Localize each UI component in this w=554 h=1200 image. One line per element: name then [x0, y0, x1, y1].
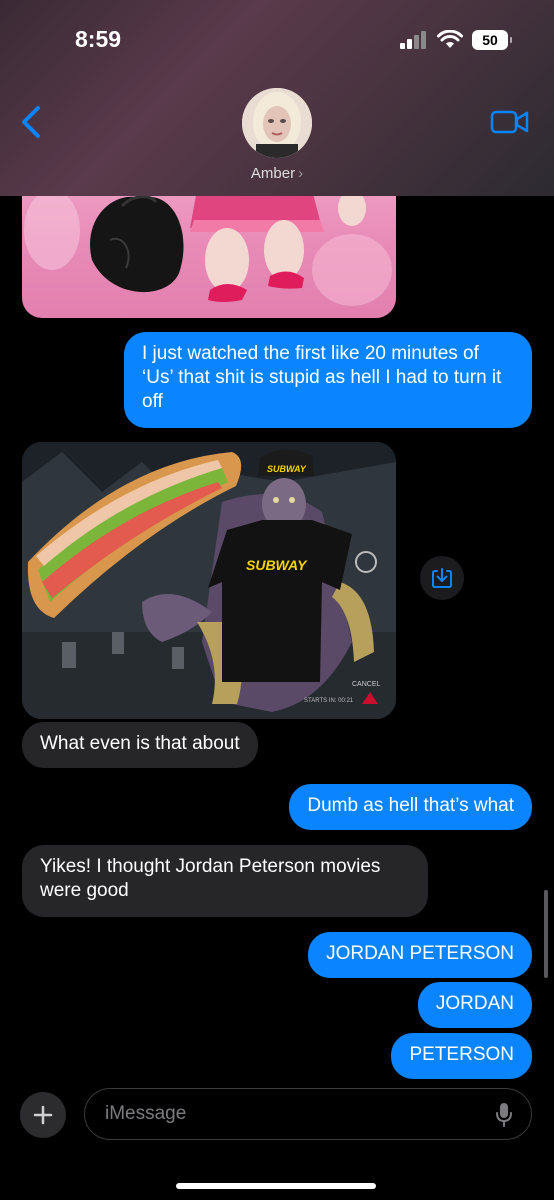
cancel-hud-text: CANCEL [352, 681, 381, 688]
received-message[interactable]: What even is that about [22, 722, 258, 768]
apps-plus-button[interactable] [20, 1092, 66, 1138]
contact-avatar[interactable] [242, 88, 312, 158]
wifi-icon [437, 30, 463, 48]
shared-meme-image[interactable]: SUBWAY SUBWAY CANCEL STARTS IN: 00:21 [22, 442, 396, 719]
status-time: 8:59 [75, 26, 122, 52]
conversation-header: 8:59 50 Amber › [0, 0, 554, 196]
home-indicator[interactable] [176, 1183, 376, 1189]
message-input-placeholder: iMessage [105, 1103, 187, 1124]
chevron-right-icon: › [298, 165, 304, 182]
message-text: Yikes! I thought Jordan Peterson movies … [40, 856, 381, 901]
video-camera-icon [490, 110, 529, 134]
starts-in-hud-text: STARTS IN: 00:21 [304, 698, 354, 704]
sent-message[interactable]: PETERSON [391, 1033, 532, 1079]
scroll-indicator[interactable] [544, 890, 548, 978]
status-icons: 50 [400, 30, 512, 50]
chevron-left-icon [22, 106, 40, 138]
cap-logo-text: SUBWAY [267, 464, 307, 474]
message-text: I just watched the first like 20 minutes… [142, 343, 502, 412]
shirt-logo-text: SUBWAY [246, 557, 308, 573]
back-button[interactable] [18, 104, 48, 140]
save-image-button[interactable] [420, 556, 464, 600]
save-download-icon [432, 568, 452, 588]
message-text: PETERSON [409, 1044, 514, 1065]
sent-message[interactable]: JORDAN [417, 982, 532, 1028]
message-input[interactable]: iMessage [84, 1088, 532, 1140]
message-text: JORDAN [435, 993, 514, 1014]
sent-message[interactable]: I just watched the first like 20 minutes… [124, 332, 532, 428]
contact-name: Amber [250, 165, 296, 182]
microphone-icon[interactable] [495, 1102, 513, 1128]
facetime-video-button[interactable] [490, 108, 530, 136]
received-message[interactable]: Yikes! I thought Jordan Peterson movies … [22, 845, 428, 917]
message-text: Dumb as hell that’s what [307, 795, 514, 816]
contact-name-button[interactable]: Amber › [0, 165, 554, 182]
cellular-signal-icon [400, 31, 426, 49]
sent-message[interactable]: Dumb as hell that’s what [289, 784, 532, 830]
plus-icon [33, 1105, 53, 1125]
battery-indicator: 50 [472, 30, 512, 50]
sent-message[interactable]: JORDAN PETERSON [308, 932, 532, 978]
message-text: What even is that about [40, 733, 240, 754]
message-text: JORDAN PETERSON [326, 943, 514, 964]
